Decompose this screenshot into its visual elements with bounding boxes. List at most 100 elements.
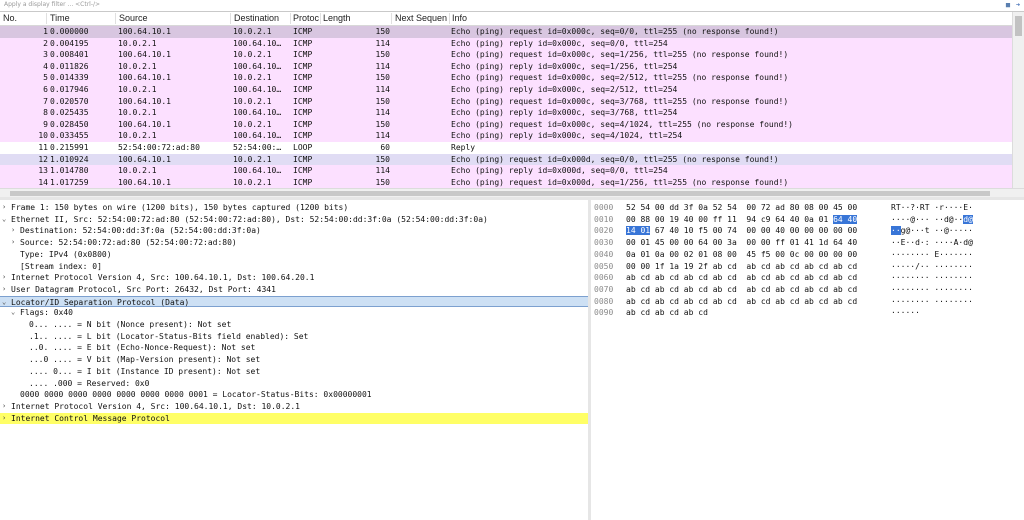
packet-row[interactable]: 11 0.215991 52:54:00:72:ad:80 52:54:00:… LOO… [0, 142, 1012, 154]
cell-length: 114 [375, 166, 390, 176]
hex-bytes[interactable]: 00 00 1f 1a 19 2f ab cd ab cd ab cd ab c… [626, 261, 857, 273]
expand-arrow-icon[interactable]: ⌄ [11, 307, 18, 319]
ascii-selection[interactable]: ·· [891, 226, 901, 236]
ascii-bytes[interactable]: ·····/·· ········ [891, 261, 973, 273]
packet-row[interactable]: 8 0.025435 10.0.2.1 100.64.10… ICMP 114 Echo (… [0, 107, 1012, 119]
packet-row[interactable]: 13 1.014780 10.0.2.1 100.64.10… ICMP 114 Echo … [0, 165, 1012, 177]
packet-row[interactable]: 2 0.004195 10.0.2.1 100.64.10… ICMP 114 Echo (… [0, 37, 1012, 50]
cell-info: Echo (ping) reply id=0x000c, seq=3/768, … [451, 108, 678, 118]
ascii-bytes[interactable]: ········ ········ [891, 296, 973, 308]
packet-details-tree[interactable]: › Frame 1: 150 bytes on wire (1200 bits),… [0, 200, 588, 520]
hex-bytes[interactable]: 14 01 67 40 10 f5 00 74 00 00 40 00 00 0… [626, 225, 857, 237]
detail-tree-item[interactable]: ..0. .... = E bit (Echo-Nonce-Request): … [0, 342, 588, 354]
packet-row[interactable]: 10 0.033455 10.0.2.1 100.64.10… ICMP 114 Echo … [0, 130, 1012, 142]
ascii-selection[interactable]: d@ [963, 214, 973, 224]
ascii-bytes[interactable]: ······ [891, 307, 920, 319]
hex-bytes[interactable]: ab cd ab cd ab cd ab cd ab cd ab cd ab c… [626, 296, 857, 308]
collapse-arrow-icon[interactable]: › [2, 401, 9, 413]
ascii-bytes[interactable]: ··g@···t ··@····· [891, 225, 973, 237]
ascii-bytes[interactable]: ··E··d·: ····A·d@ [891, 237, 973, 249]
ascii-bytes[interactable]: RT··?·RT ·r····E· [891, 202, 973, 214]
cell-info: Echo (ping) request id=0x000c, seq=0/0, … [451, 27, 779, 36]
column-header-info[interactable]: Info [452, 13, 512, 23]
hex-selection[interactable]: 14 01 [626, 226, 651, 236]
hex-row: 0040 0a 01 0a 00 02 01 08 00 45 f5 00 0c … [591, 249, 1024, 261]
collapse-arrow-icon[interactable]: › [11, 237, 18, 249]
hex-bytes[interactable]: ab cd ab cd ab cd [626, 307, 708, 319]
packet-row[interactable]: 6 0.017946 10.0.2.1 100.64.10… ICMP 114 Echo (… [0, 84, 1012, 96]
collapse-arrow-icon[interactable]: › [2, 272, 9, 284]
detail-tree-item[interactable]: ...0 .... = V bit (Map-Version present):… [0, 354, 588, 366]
hex-bytes[interactable]: 00 01 45 00 00 64 00 3a 00 00 ff 01 41 1… [626, 237, 857, 249]
packet-row[interactable]: 3 0.008401 100.64.10.1 10.0.2.1 ICMP 150 Echo … [0, 49, 1012, 61]
apply-filter-arrow-icon[interactable]: ➜ [1014, 1, 1022, 9]
detail-tree-item[interactable]: .... .000 = Reserved: 0x0 [0, 378, 588, 390]
collapse-arrow-icon[interactable]: › [2, 284, 9, 296]
packet-list[interactable]: 1 0.000000 100.64.10.1 10.0.2.1 ICMP 150 Echo … [0, 26, 1012, 188]
detail-tree-item[interactable]: Type: IPv4 (0x0800) [0, 249, 588, 261]
packet-row[interactable]: 9 0.028450 100.64.10.1 10.0.2.1 ICMP 150 Echo … [0, 118, 1012, 131]
packet-row[interactable]: 14 1.017259 100.64.10.1 10.0.2.1 ICMP 150 Echo… [0, 176, 1012, 188]
filter-bookmark-icon[interactable]: ■ [1004, 1, 1012, 9]
ascii-bytes[interactable]: ········ E······· [891, 249, 973, 261]
cell-destination: 10.0.2.1 [233, 96, 272, 106]
packet-row[interactable]: 4 0.011826 10.0.2.1 100.64.10… ICMP 114 Echo (… [0, 60, 1012, 73]
scrollbar-thumb[interactable] [1015, 16, 1022, 36]
detail-tree-item[interactable]: ⌄ Locator/ID Separation Protocol (Data) [0, 295, 588, 308]
scrollbar-thumb[interactable] [10, 191, 990, 196]
cell-info: Echo (ping) reply id=0x000d, seq=0/0, tt… [451, 166, 668, 176]
hex-selection[interactable]: 64 40 [833, 214, 858, 224]
cell-destination: 100.64.10… [233, 108, 282, 118]
ascii-bytes[interactable]: ····@··· ··d@··d@ [891, 214, 973, 226]
detail-tree-item[interactable]: › Destination: 52:54:00:dd:3f:0a (52:54:0… [0, 225, 588, 237]
collapse-arrow-icon[interactable]: › [2, 413, 9, 425]
column-header-source[interactable]: Source [119, 13, 229, 23]
hex-bytes[interactable]: 0a 01 0a 00 02 01 08 00 45 f5 00 0c 00 0… [626, 249, 857, 261]
ascii-bytes[interactable]: ········ ········ [891, 284, 973, 296]
cell-no: 8 [43, 108, 48, 118]
detail-tree-item[interactable]: › Internet Protocol Version 4, Src: 100.6… [0, 272, 588, 284]
hex-bytes[interactable]: 52 54 00 dd 3f 0a 52 54 00 72 ad 80 08 0… [626, 202, 857, 214]
cell-info: Echo (ping) request id=0x000c, seq=1/256… [451, 50, 789, 60]
packet-row[interactable]: 1 0.000000 100.64.10.1 10.0.2.1 ICMP 150 Echo … [0, 26, 1012, 38]
detail-tree-item[interactable]: › Internet Protocol Version 4, Src: 100.6… [0, 401, 588, 413]
detail-tree-item[interactable]: 0000 0000 0000 0000 0000 0000 0000 0001 … [0, 389, 588, 401]
detail-tree-item[interactable]: › Internet Control Message Protocol [0, 412, 588, 425]
hex-bytes[interactable]: ab cd ab cd ab cd ab cd ab cd ab cd ab c… [626, 272, 857, 284]
column-header-protocol[interactable]: Protoc [293, 13, 321, 23]
collapse-arrow-icon[interactable]: › [2, 202, 9, 214]
packet-row[interactable]: 7 0.020570 100.64.10.1 10.0.2.1 ICMP 150 Echo … [0, 95, 1012, 108]
cell-info: Echo (ping) reply id=0x000c, seq=1/256, … [451, 61, 678, 71]
detail-tree-item[interactable]: ⌄ Ethernet II, Src: 52:54:00:72:ad:80 (52… [0, 214, 588, 226]
column-header-next-sequence[interactable]: Next Sequen [395, 13, 449, 23]
packet-list-vertical-scrollbar[interactable] [1012, 12, 1024, 188]
ascii-bytes[interactable]: ········ ········ [891, 272, 973, 284]
column-header-length[interactable]: Length [323, 13, 391, 23]
packet-row[interactable]: 12 1.010924 100.64.10.1 10.0.2.1 ICMP 150 Echo… [0, 153, 1012, 166]
detail-tree-item[interactable]: .... 0... = I bit (Instance ID present):… [0, 366, 588, 378]
packet-row[interactable]: 5 0.014339 100.64.10.1 10.0.2.1 ICMP 150 Echo … [0, 72, 1012, 84]
column-header-destination[interactable]: Destination [234, 13, 290, 23]
detail-text: User Datagram Protocol, Src Port: 26432,… [11, 284, 276, 294]
expand-arrow-icon[interactable]: ⌄ [2, 214, 9, 226]
hex-bytes[interactable]: ab cd ab cd ab cd ab cd ab cd ab cd ab c… [626, 284, 857, 296]
display-filter-bar[interactable]: Apply a display filter ... <Ctrl-/> ■ ➜ [0, 0, 1024, 12]
display-filter-input[interactable]: Apply a display filter ... <Ctrl-/> [4, 1, 100, 8]
cell-length: 150 [375, 154, 390, 164]
hex-bytes[interactable]: 00 88 00 19 40 00 ff 11 94 c9 64 40 0a 0… [626, 214, 858, 226]
detail-tree-item[interactable]: › Source: 52:54:00:72:ad:80 (52:54:00:72:… [0, 237, 588, 249]
cell-length: 150 [375, 119, 390, 129]
detail-tree-item[interactable]: 0... .... = N bit (Nonce present): Not s… [0, 319, 588, 331]
cell-source: 100.64.10.1 [118, 177, 171, 187]
cell-protocol: ICMP [293, 50, 313, 60]
detail-tree-item[interactable]: › User Datagram Protocol, Src Port: 26432… [0, 284, 588, 296]
detail-tree-item[interactable]: .1.. .... = L bit (Locator-Status-Bits f… [0, 331, 588, 343]
detail-tree-item[interactable]: [Stream index: 0] [0, 261, 588, 273]
column-header-time[interactable]: Time [50, 13, 112, 23]
detail-tree-item[interactable]: ⌄ Flags: 0x40 [0, 307, 588, 319]
collapse-arrow-icon[interactable]: › [11, 225, 18, 237]
column-header-no[interactable]: No. [3, 13, 43, 23]
packet-bytes-pane[interactable]: 0000 52 54 00 dd 3f 0a 52 54 00 72 ad 80 … [591, 200, 1024, 520]
detail-tree-item[interactable]: › Frame 1: 150 bytes on wire (1200 bits),… [0, 202, 588, 214]
cell-protocol: ICMP [293, 166, 313, 176]
